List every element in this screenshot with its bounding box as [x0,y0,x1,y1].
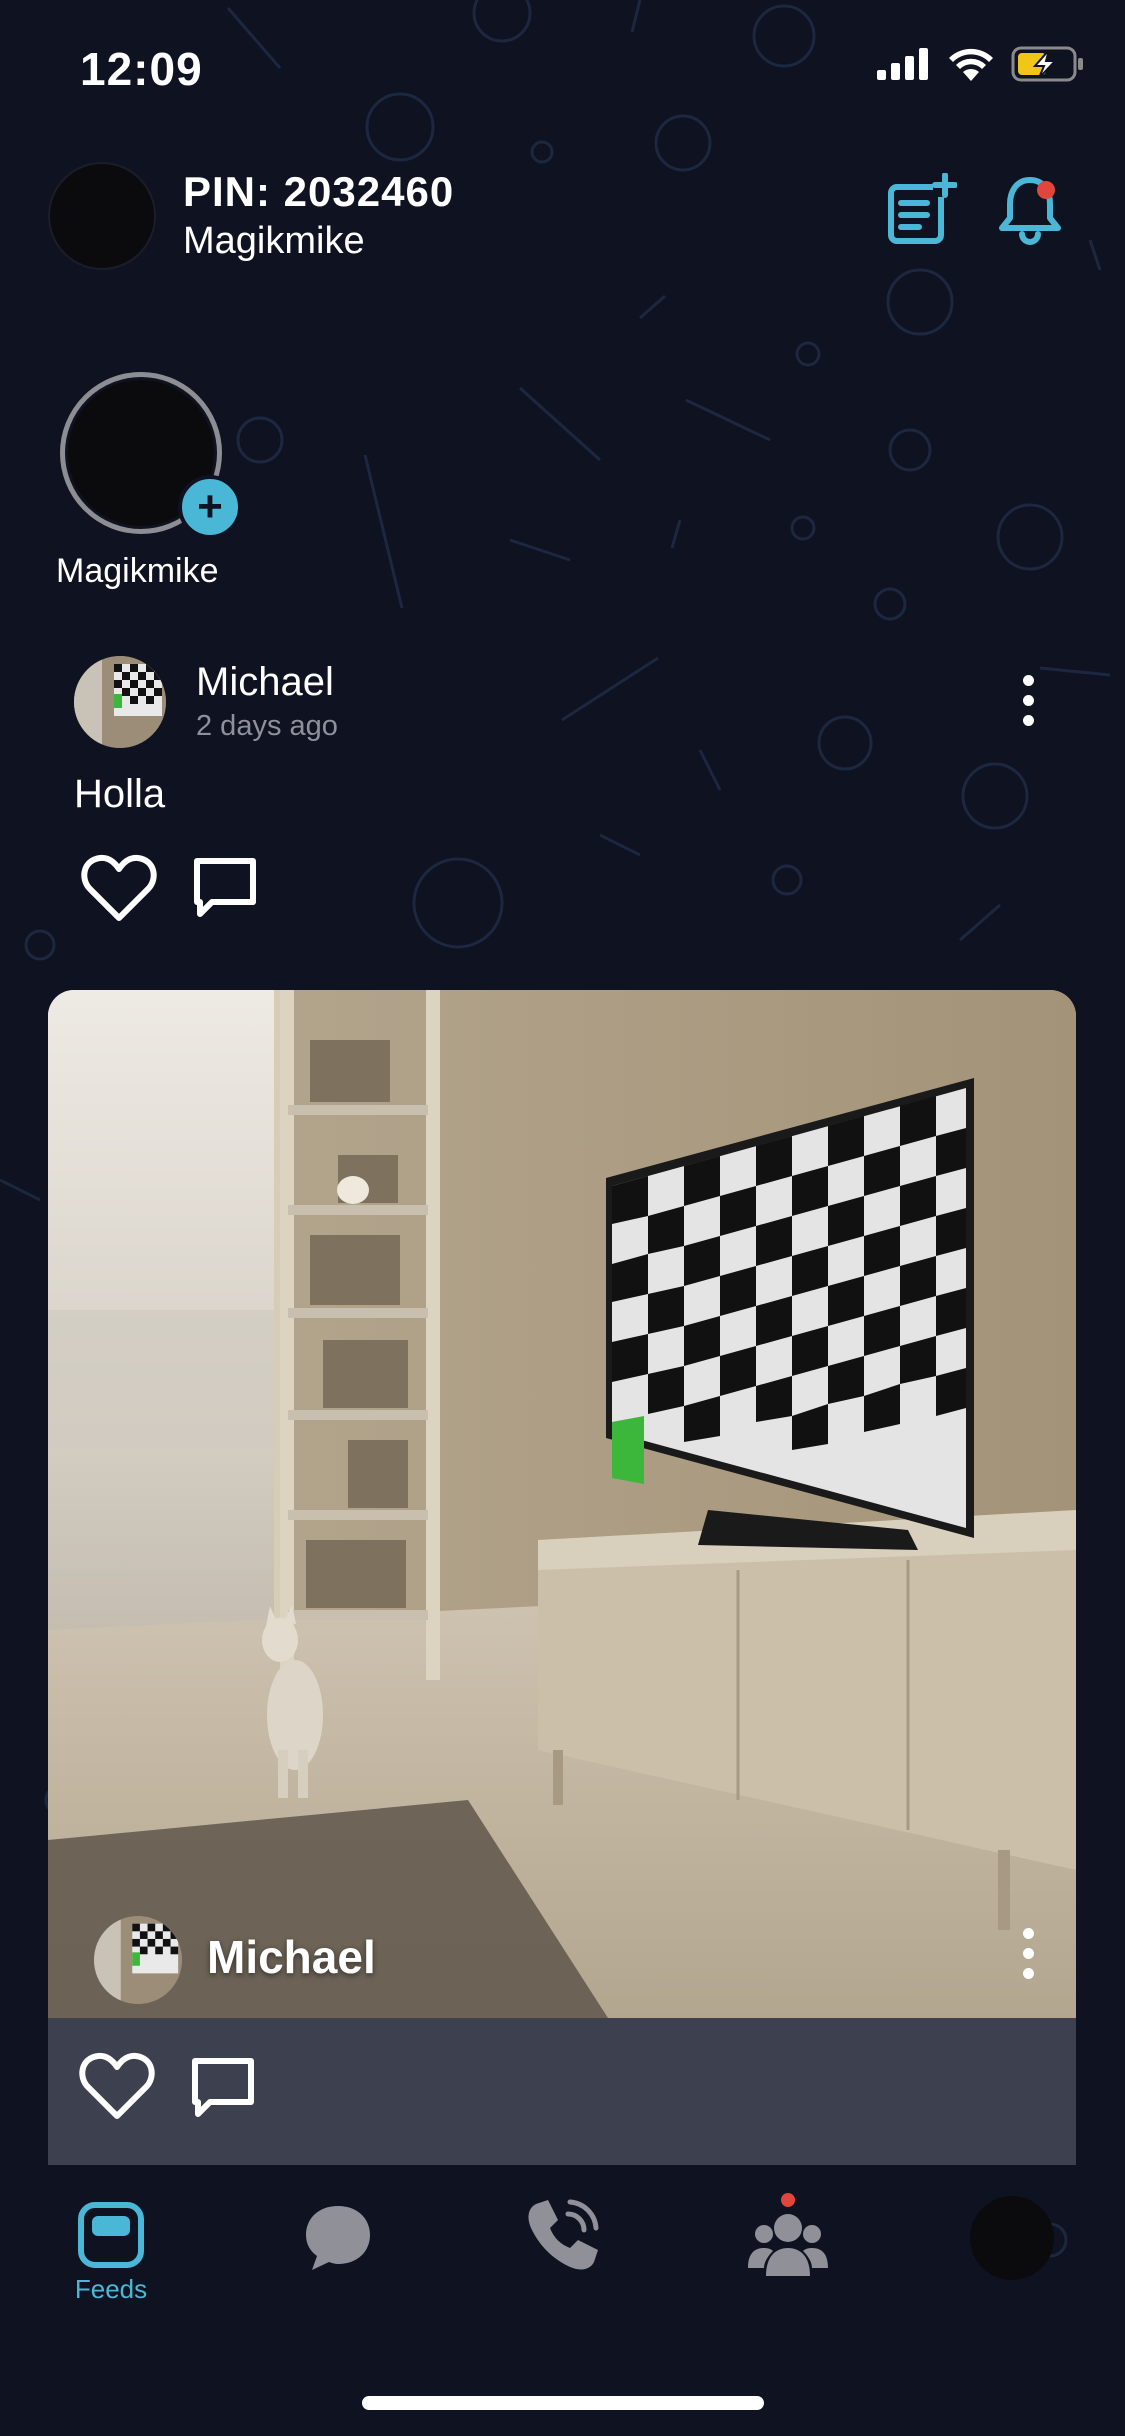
new-post-button[interactable] [880,170,960,250]
heart-icon [79,2052,155,2119]
story-label: Magikmike [56,552,219,590]
plus-icon[interactable]: + [178,475,242,539]
chat-bubble-icon [306,2206,370,2270]
post-author-name[interactable]: Michael [196,660,334,705]
media-author-avatar[interactable] [94,1916,182,2004]
header-username: Magikmike [183,220,365,262]
media-author-name[interactable]: Michael [207,1930,376,1984]
notification-badge [1037,181,1055,199]
status-icons [877,46,1085,82]
media-options-button[interactable] [1012,1928,1044,1986]
heart-icon [81,854,157,921]
tab-calls[interactable] [524,2196,602,2274]
contacts-badge [781,2193,795,2207]
post-options-button[interactable] [1012,675,1044,733]
avatar-thumbnail [74,656,166,748]
post-text: Holla [74,772,166,816]
notifications-button[interactable] [990,168,1070,248]
tab-feeds-label: Feeds [74,2274,148,2304]
new-post-icon [888,173,957,244]
profile-avatar[interactable] [48,162,156,270]
tab-profile-avatar[interactable] [970,2196,1054,2280]
post-media[interactable] [48,990,1076,2165]
phone-icon [528,2199,599,2270]
notification-bell-icon [999,177,1061,245]
status-time: 12:09 [80,43,203,95]
pin-label: PIN: 2032460 [183,168,455,215]
home-indicator [362,2396,764,2410]
tab-chats[interactable] [296,2202,380,2274]
comment-button[interactable] [192,856,258,925]
wifi-icon [949,48,993,81]
avatar-thumbnail [94,1916,182,2004]
battery-charging-icon [1011,46,1083,82]
like-button[interactable] [80,852,158,929]
comment-icon [192,2058,254,2117]
post-author-avatar[interactable] [74,656,166,748]
post-media-image [48,990,1076,2018]
tab-contacts[interactable] [746,2192,830,2282]
tab-feeds[interactable]: Feeds [56,2200,166,2305]
post-timestamp: 2 days ago [196,710,338,742]
signal-icon [877,48,928,80]
contacts-icon [748,2193,828,2276]
media-comment-button[interactable] [190,2056,256,2125]
comment-icon [194,858,256,917]
feeds-icon [78,2202,144,2268]
media-like-button[interactable] [78,2050,156,2127]
